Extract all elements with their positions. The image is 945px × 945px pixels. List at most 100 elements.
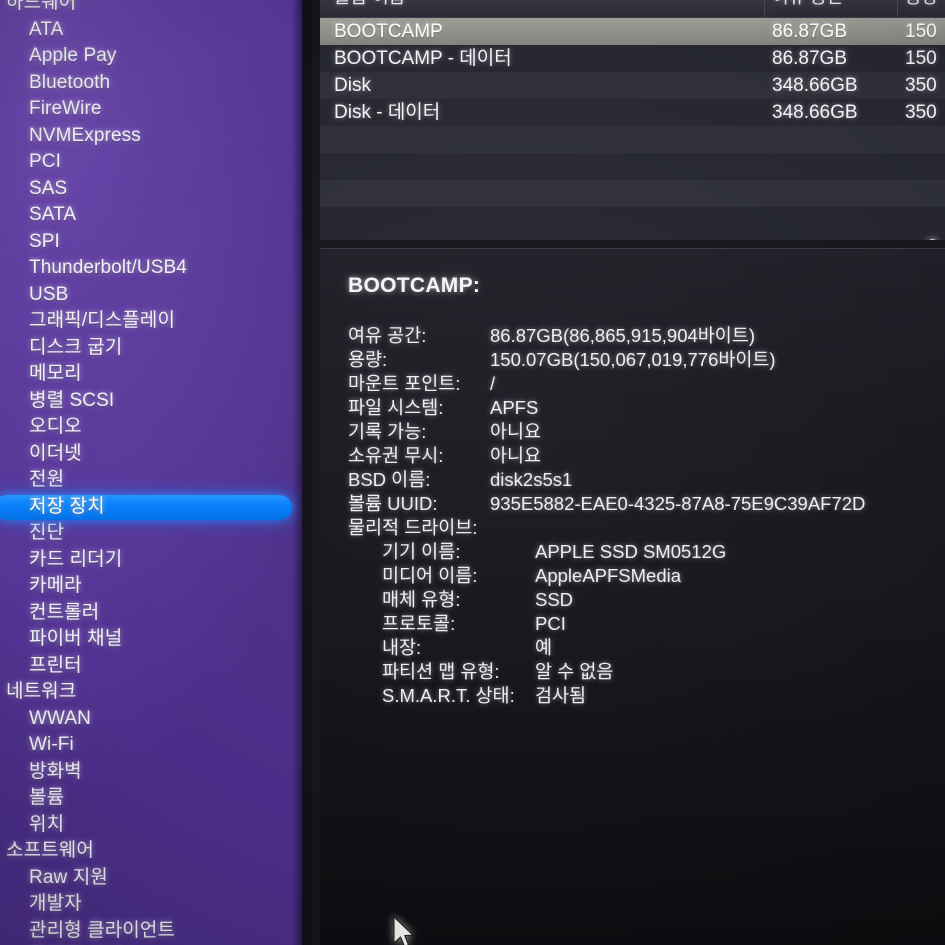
sidebar-list[interactable]: 하드웨어 ATA Apple Pay Bluetooth FireWire NVMExpr… [0, 0, 302, 945]
sidebar-item-26[interactable]: 네트워크 [0, 679, 302, 706]
sidebar-item-17[interactable]: 이더넷 [0, 441, 302, 468]
sidebar-item-label: 파이버 채널 [29, 628, 123, 649]
detail-row: 볼륨 UUID: 935E5882-EAE0-4325-87A8-75E9C39A… [320, 492, 945, 516]
detail-rows: 여유 공간: 86.87GB(86,865,915,904바이트) 용량: 150.0… [320, 324, 945, 708]
table-row[interactable]: BOOTCAMP 86.87GB 150 [320, 18, 945, 45]
table-row[interactable]: BOOTCAMP - 데이터 86.87GB 150 [320, 45, 945, 72]
detail-label: 파티션 맵 유형: [382, 661, 500, 682]
sidebar-item-label: 저장 장치 [29, 495, 105, 517]
sidebar-item-30[interactable]: 볼륨 [0, 785, 302, 812]
column-header-volume-name[interactable]: 볼륨 이름 [334, 0, 405, 9]
sidebar-item-10[interactable]: Thunderbolt/USB4 [0, 255, 302, 282]
table-cell-name: Disk - 데이터 [334, 102, 441, 123]
scroll-indicator-icon[interactable] [928, 239, 937, 240]
sidebar-item-label: 네트워크 [6, 681, 77, 702]
sidebar-item-32[interactable]: 소프트웨어 [0, 838, 302, 865]
detail-label: S.M.A.R.T. 상태: [382, 685, 515, 706]
sidebar-item-label: SAS [29, 177, 68, 199]
detail-label: 기기 이름: [382, 541, 461, 562]
table-row-empty[interactable] [320, 153, 945, 180]
sidebar-item-label: SPI [29, 230, 60, 252]
detail-value: 예 [535, 637, 553, 658]
detail-row: 미디어 이름: AppleAPFSMedia [320, 564, 945, 588]
detail-value: disk2s5s1 [490, 469, 573, 490]
column-divider[interactable] [897, 0, 898, 17]
volume-table[interactable]: 볼륨 이름 여유 공간 용량 BOOTCAMP86.87GB150BOOTCAM… [320, 0, 945, 240]
table-cell-free: 86.87GB [772, 48, 847, 69]
sidebar-item-6[interactable]: PCI [0, 149, 302, 176]
sidebar-item-28[interactable]: Wi-Fi [0, 732, 302, 759]
sidebar-item-18[interactable]: 전원 [0, 467, 302, 494]
detail-label: 물리적 드라이브: [348, 517, 478, 538]
sidebar-item-4[interactable]: FireWire [0, 96, 302, 123]
sidebar-item-14[interactable]: 메모리 [0, 361, 302, 388]
sidebar-item-label: SATA [29, 204, 77, 225]
detail-label: 여유 공간: [348, 325, 427, 346]
sidebar-item-12[interactable]: 그래픽/디스플레이 [0, 308, 302, 335]
sidebar-item-16[interactable]: 오디오 [0, 414, 302, 441]
detail-row: 내장: 예 [320, 636, 945, 660]
detail-row: 매체 유형: SSD [320, 588, 945, 612]
sidebar-item-label: Thunderbolt/USB4 [29, 257, 187, 278]
sidebar-item-label: 볼륨 [29, 787, 65, 808]
table-header-row[interactable]: 볼륨 이름 여유 공간 용량 [320, 0, 945, 18]
sidebar-item-label: 오디오 [29, 416, 82, 437]
table-row-empty[interactable] [320, 126, 945, 153]
detail-row: 소유권 무시: 아니요 [320, 444, 945, 468]
table-cell-capacity: 150 [905, 48, 937, 69]
table-cell-free: 348.66GB [772, 75, 858, 96]
detail-row: 기록 가능: 아니요 [320, 420, 945, 444]
table-cell-capacity: 150 [905, 21, 937, 42]
detail-value: 알 수 없음 [535, 661, 614, 682]
table-row[interactable]: Disk - 데이터 348.66GB 350 [320, 99, 945, 126]
sidebar-item-19[interactable]: 저장 장치 [0, 494, 302, 521]
sidebar-item-9[interactable]: SPI [0, 229, 302, 256]
table-cell-capacity: 350 [905, 102, 937, 123]
sidebar-item-11[interactable]: USB [0, 282, 302, 309]
sidebar-item-5[interactable]: NVMExpress [0, 123, 302, 150]
detail-value: AppleAPFSMedia [535, 565, 682, 586]
sidebar-item-13[interactable]: 디스크 굽기 [0, 335, 302, 362]
table-row[interactable]: Disk 348.66GB 350 [320, 72, 945, 99]
sidebar-item-21[interactable]: 카드 리더기 [0, 547, 302, 574]
sidebar-item-0[interactable]: 하드웨어 [0, 0, 302, 17]
sidebar-item-23[interactable]: 컨트롤러 [0, 600, 302, 627]
detail-row: BSD 이름: disk2s5s1 [320, 468, 945, 492]
sidebar-item-label: 하드웨어 [6, 0, 77, 13]
detail-value: / [490, 373, 496, 394]
sidebar-item-29[interactable]: 방화벽 [0, 759, 302, 786]
detail-label: BSD 이름: [348, 469, 431, 490]
detail-label: 내장: [382, 637, 422, 658]
sidebar-item-20[interactable]: 진단 [0, 520, 302, 547]
detail-label: 매체 유형: [382, 589, 461, 610]
sidebar-item-27[interactable]: WWAN [0, 706, 302, 733]
column-header-capacity[interactable]: 용량 [905, 0, 938, 9]
mouse-pointer-icon [393, 916, 414, 945]
sidebar-item-label: Bluetooth [29, 71, 111, 93]
sidebar-item-7[interactable]: SAS [0, 176, 302, 203]
sidebar-item-15[interactable]: 병렬 SCSI [0, 388, 302, 415]
sidebar-item-33[interactable]: Raw 지원 [0, 865, 302, 892]
table-body[interactable]: BOOTCAMP 86.87GB 150 BOOTCAMP - 데이터 86.87GB 1… [320, 18, 945, 207]
sidebar-item-3[interactable]: Bluetooth [0, 70, 302, 97]
sidebar-item-2[interactable]: Apple Pay [0, 43, 302, 70]
sidebar-item-25[interactable]: 프린터 [0, 653, 302, 680]
detail-label: 소유권 무시: [348, 445, 444, 466]
detail-value: 검사됨 [535, 685, 587, 706]
sidebar-item-8[interactable]: SATA [0, 202, 302, 229]
sidebar-item-label: NVMExpress [29, 124, 141, 146]
detail-row: 파일 시스템: APFS [320, 396, 945, 420]
sidebar-item-34[interactable]: 개발자 [0, 891, 302, 918]
column-header-free-space[interactable]: 여유 공간 [772, 0, 843, 9]
detail-value: SSD [535, 589, 574, 610]
sidebar-item-24[interactable]: 파이버 채널 [0, 626, 302, 653]
sidebar[interactable]: 하드웨어 ATA Apple Pay Bluetooth FireWire NVMExpr… [0, 0, 302, 945]
sidebar-item-1[interactable]: ATA [0, 17, 302, 44]
column-divider[interactable] [764, 0, 765, 17]
sidebar-item-31[interactable]: 위치 [0, 812, 302, 839]
sidebar-item-label: WWAN [29, 707, 91, 729]
sidebar-item-22[interactable]: 카메라 [0, 573, 302, 600]
sidebar-item-label: 위치 [29, 813, 65, 835]
sidebar-item-35[interactable]: 관리형 클라이언트 [0, 918, 302, 945]
table-row-empty[interactable] [320, 180, 945, 207]
